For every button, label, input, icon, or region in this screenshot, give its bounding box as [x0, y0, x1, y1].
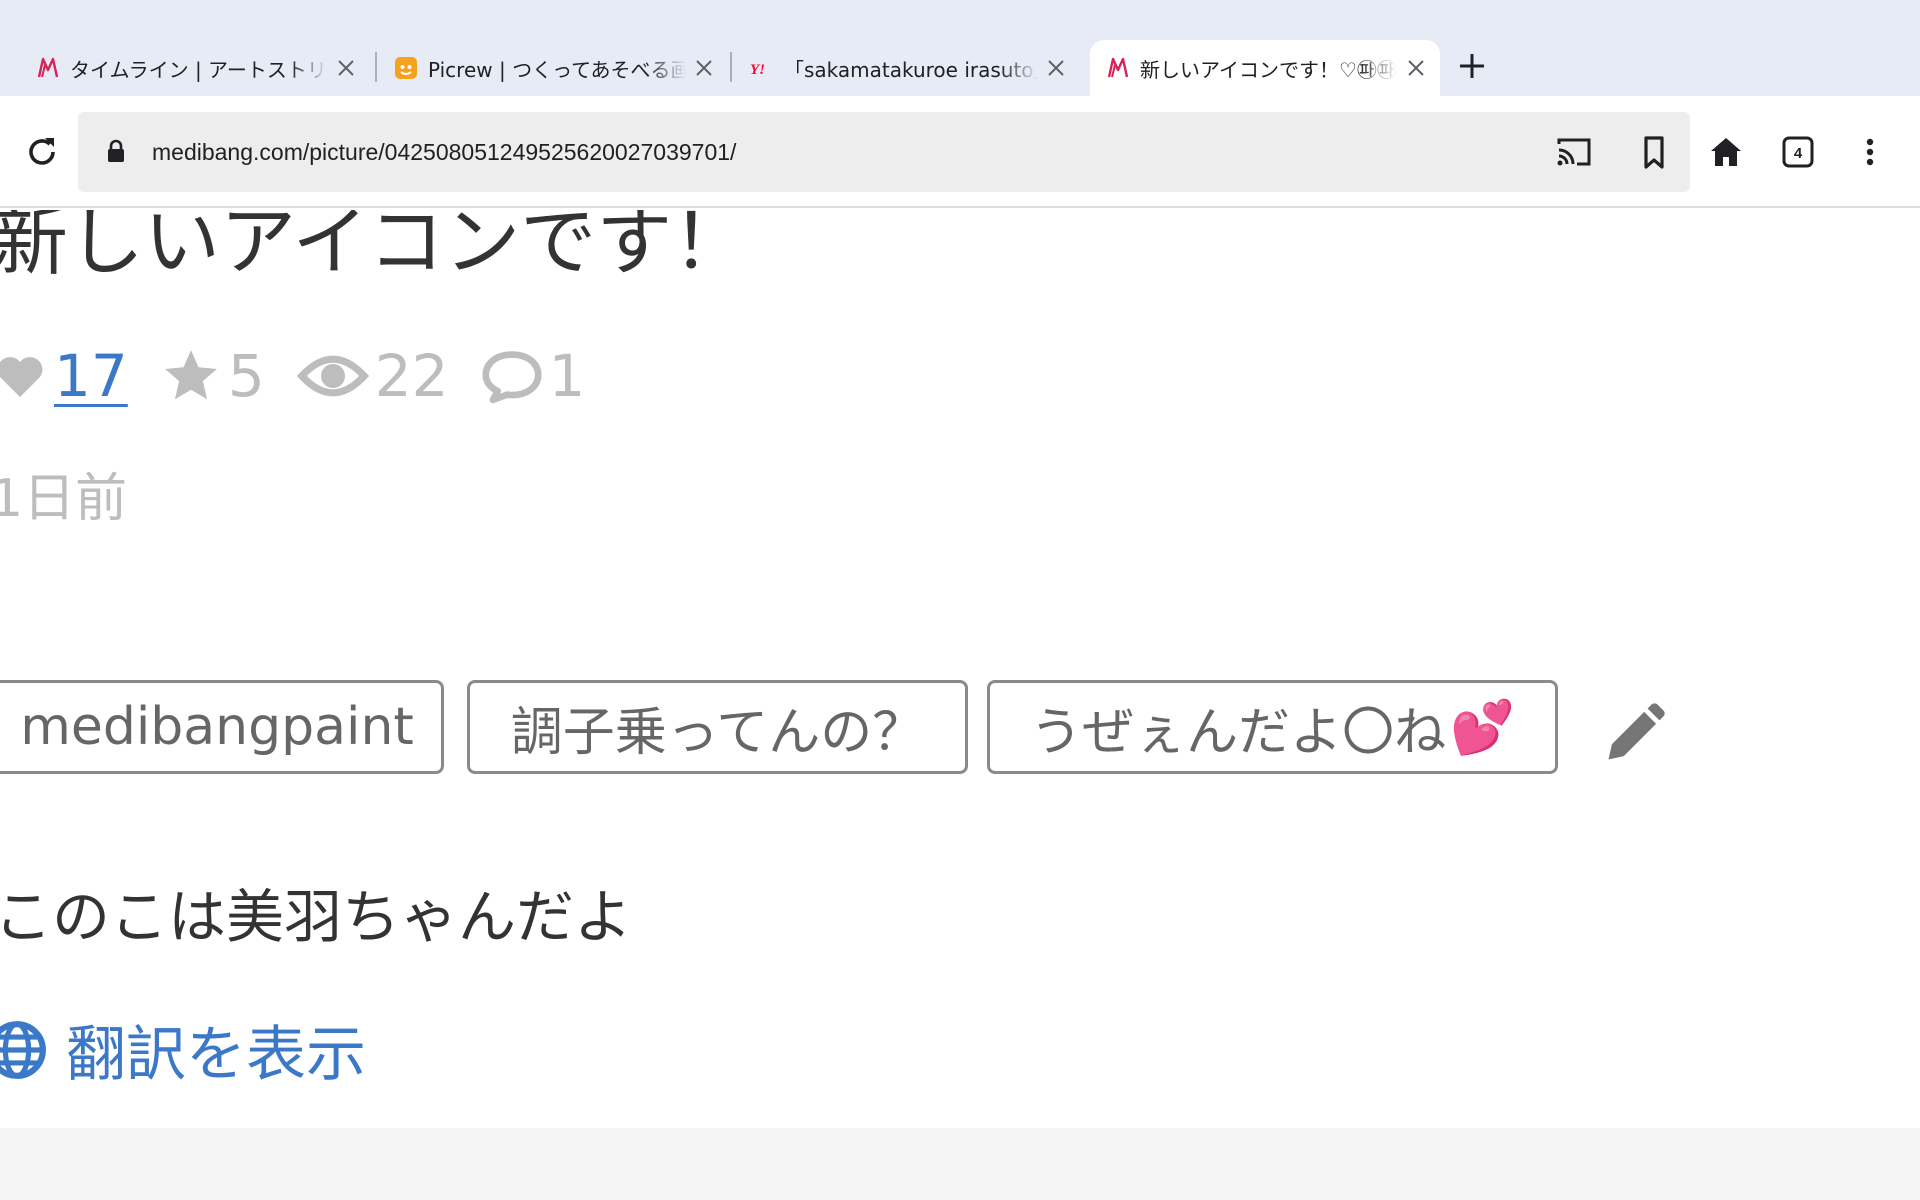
favorites-stat[interactable]: 5	[160, 342, 265, 410]
tag-label: 調子乗ってんの？	[510, 702, 925, 763]
tab-close-icon[interactable]	[1044, 56, 1068, 80]
svg-text:Y!: Y!	[750, 62, 765, 78]
comment-icon[interactable]	[481, 346, 543, 406]
globe-icon	[0, 1020, 46, 1079]
views-count: 22	[374, 342, 449, 410]
reload-button[interactable]	[18, 128, 66, 176]
tab-title: Picrew | つくってあそべる画像メーカー	[428, 57, 686, 82]
show-translation-link[interactable]: 翻訳を表示	[0, 1006, 366, 1093]
tab-separator	[730, 52, 732, 82]
tab-title: 新しいアイコンです！♡㉺㉺	[1140, 57, 1397, 82]
tab-strip: タイムライン | アートストリート Picrew | つくってあそべる画像メーカ…	[0, 0, 1920, 96]
tab-title: 「sakamatakuroe irasuto」の検索結果	[784, 57, 1038, 82]
tab-title: タイムライン | アートストリート	[70, 57, 328, 82]
home-button[interactable]	[1702, 128, 1750, 176]
tab-current-picture[interactable]: 新しいアイコンです！♡㉺㉺	[1090, 40, 1440, 96]
picture-caption: このこは美羽ちゃんだよ	[0, 883, 633, 951]
reload-icon	[29, 138, 55, 165]
tag-chousi-notten[interactable]: 調子乗ってんの？	[467, 680, 968, 774]
medibang-favicon-icon	[36, 56, 60, 80]
picture-stats: 17 5 22 1	[0, 336, 617, 416]
more-menu-button[interactable]	[1846, 128, 1894, 176]
tab-switcher-icon: 4	[1782, 136, 1814, 168]
bookmark-icon[interactable]	[1634, 132, 1674, 176]
medibang-favicon-icon	[1106, 56, 1130, 80]
favorites-count: 5	[227, 342, 265, 410]
tab-close-icon[interactable]	[1404, 56, 1428, 80]
tab-count: 4	[1794, 145, 1803, 162]
tag-label: medibangpaint	[20, 697, 414, 757]
section-divider-band	[0, 1128, 1920, 1200]
plus-icon	[1460, 54, 1484, 78]
pencil-icon	[1608, 703, 1665, 760]
yahoo-favicon-icon: Y!	[750, 56, 774, 80]
address-bar[interactable]: medibang.com/picture/0425080512495256200…	[78, 112, 1690, 192]
eye-icon	[296, 355, 369, 397]
more-vert-icon	[1866, 138, 1874, 166]
edit-tags-button[interactable]	[1600, 700, 1668, 772]
views-stat: 22	[296, 342, 449, 410]
likes-stat[interactable]: 17	[0, 342, 128, 410]
tag-uzeen[interactable]: うぜぇんだよ〇ね 💕	[987, 680, 1558, 774]
page-content: 新しいアイコンです！ 17 5 22 1 1日前 medibangpaint 調…	[0, 210, 1920, 1200]
tab-close-icon[interactable]	[692, 56, 716, 80]
cast-icon[interactable]	[1554, 132, 1594, 176]
home-icon	[1711, 138, 1741, 166]
comments-stat[interactable]: 1	[481, 342, 586, 410]
picrew-favicon-icon	[394, 56, 418, 80]
tab-picrew[interactable]: Picrew | つくってあそべる画像メーカー	[378, 40, 728, 96]
tab-timeline[interactable]: タイムライン | アートストリート	[20, 40, 370, 96]
tab-separator	[375, 52, 377, 82]
url-text[interactable]: medibang.com/picture/0425080512495256200…	[152, 136, 736, 168]
tab-switcher-button[interactable]: 4	[1774, 128, 1822, 176]
comments-count: 1	[548, 342, 586, 410]
tag-label: うぜぇんだよ〇ね	[1030, 702, 1447, 763]
likes-count-link[interactable]: 17	[54, 342, 128, 410]
browser-toolbar: medibang.com/picture/0425080512495256200…	[0, 96, 1920, 208]
tab-yahoo-search[interactable]: Y! 「sakamatakuroe irasuto」の検索結果	[734, 40, 1080, 96]
lock-icon	[106, 139, 126, 167]
tag-medibangpaint[interactable]: medibangpaint	[0, 680, 444, 774]
star-icon[interactable]	[160, 345, 222, 407]
tab-close-icon[interactable]	[334, 56, 358, 80]
new-tab-button[interactable]	[1452, 46, 1492, 86]
translate-label: 翻訳を表示	[66, 1020, 366, 1090]
posted-time: 1日前	[0, 469, 128, 529]
two-hearts-emoji: 💕	[1450, 697, 1515, 758]
picture-title: 新しいアイコンです！	[0, 210, 749, 286]
heart-icon[interactable]	[0, 348, 48, 404]
